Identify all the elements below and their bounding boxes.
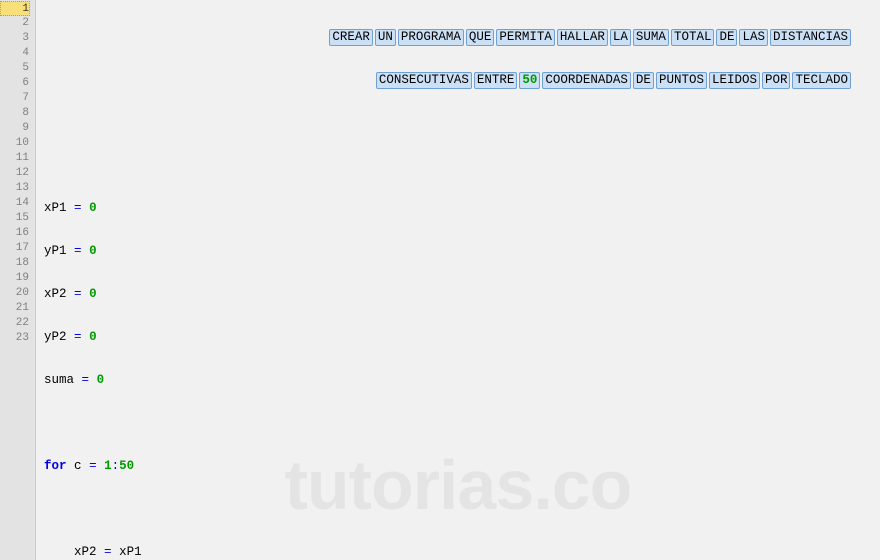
line-number: 20 xyxy=(0,286,29,301)
line-number: 22 xyxy=(0,316,29,331)
highlight-token: LEIDOS xyxy=(709,72,760,89)
code-line: xP2 = 0 xyxy=(44,287,872,302)
line-number-gutter: 1 2 3 4 5 6 7 8 9 10 11 12 13 14 15 16 1… xyxy=(0,0,36,560)
code-token: xP2 xyxy=(74,545,97,559)
line-number: 18 xyxy=(0,256,29,271)
line-number: 1 xyxy=(0,1,30,16)
highlight-token: CONSECUTIVAS xyxy=(376,72,472,89)
code-token: xP2 xyxy=(44,287,67,301)
code-token: 50 xyxy=(119,459,134,473)
code-token: = xyxy=(89,459,97,473)
code-token: = xyxy=(74,201,82,215)
code-line: CREARUNPROGRAMAQUEPERMITAHALLARLASUMATOT… xyxy=(44,29,872,44)
code-token: 0 xyxy=(89,201,97,215)
code-token: xP1 xyxy=(119,545,142,559)
keyword-for: for xyxy=(44,459,67,473)
code-area[interactable]: CREARUNPROGRAMAQUEPERMITAHALLARLASUMATOT… xyxy=(36,0,880,560)
highlight-token: 50 xyxy=(519,72,540,89)
code-token: = xyxy=(104,545,112,559)
highlight-token: TECLADO xyxy=(792,72,851,89)
line-number: 16 xyxy=(0,226,29,241)
line-number: 13 xyxy=(0,181,29,196)
line-number: 6 xyxy=(0,76,29,91)
code-token: 0 xyxy=(89,244,97,258)
line-number: 8 xyxy=(0,106,29,121)
highlight-token: SUMA xyxy=(633,29,669,46)
code-token: xP1 xyxy=(44,201,67,215)
code-token: = xyxy=(74,287,82,301)
highlight-token: LAS xyxy=(739,29,768,46)
code-line: for c = 1:50 xyxy=(44,459,872,474)
line-number: 21 xyxy=(0,301,29,316)
code-token: 0 xyxy=(89,287,97,301)
code-line: CONSECUTIVASENTRE50COORDENADASDEPUNTOSLE… xyxy=(44,72,872,87)
code-token: yP1 xyxy=(44,244,67,258)
code-token: c xyxy=(74,459,82,473)
line-number: 9 xyxy=(0,121,29,136)
highlight-token: DE xyxy=(716,29,737,46)
code-line xyxy=(44,115,872,130)
highlight-token: DE xyxy=(633,72,654,89)
line-number: 2 xyxy=(0,16,29,31)
highlight-token: ENTRE xyxy=(474,72,518,89)
code-line: yP2 = 0 xyxy=(44,330,872,345)
line-number: 23 xyxy=(0,331,29,346)
code-token: 1 xyxy=(104,459,112,473)
code-token: suma xyxy=(44,373,74,387)
code-token: yP2 xyxy=(44,330,67,344)
highlight-token: HALLAR xyxy=(557,29,608,46)
line-number: 14 xyxy=(0,196,29,211)
code-token: = xyxy=(74,244,82,258)
line-number: 17 xyxy=(0,241,29,256)
code-token: : xyxy=(112,459,120,473)
highlight-token: UN xyxy=(375,29,396,46)
code-token: 0 xyxy=(89,330,97,344)
line-number: 3 xyxy=(0,31,29,46)
highlight-token: TOTAL xyxy=(671,29,715,46)
highlight-token: QUE xyxy=(466,29,495,46)
highlight-token: DISTANCIAS xyxy=(770,29,851,46)
code-token: 0 xyxy=(97,373,105,387)
code-line: yP1 = 0 xyxy=(44,244,872,259)
code-line xyxy=(44,416,872,431)
line-number: 19 xyxy=(0,271,29,286)
highlight-token: PUNTOS xyxy=(656,72,707,89)
line-number: 15 xyxy=(0,211,29,226)
line-number: 11 xyxy=(0,151,29,166)
highlight-token: PROGRAMA xyxy=(398,29,464,46)
line-number: 12 xyxy=(0,166,29,181)
line-number: 7 xyxy=(0,91,29,106)
highlight-token: POR xyxy=(762,72,791,89)
line-number: 10 xyxy=(0,136,29,151)
highlight-token: PERMITA xyxy=(496,29,555,46)
line-number: 4 xyxy=(0,46,29,61)
line-number: 5 xyxy=(0,61,29,76)
code-editor[interactable]: 1 2 3 4 5 6 7 8 9 10 11 12 13 14 15 16 1… xyxy=(0,0,880,560)
code-line: suma = 0 xyxy=(44,373,872,388)
highlight-token: LA xyxy=(610,29,631,46)
code-line: xP1 = 0 xyxy=(44,201,872,216)
highlight-token: CREAR xyxy=(329,29,373,46)
highlight-token: COORDENADAS xyxy=(542,72,631,89)
code-line xyxy=(44,502,872,517)
code-line xyxy=(44,158,872,173)
code-token: = xyxy=(74,330,82,344)
code-token: = xyxy=(82,373,90,387)
code-line: xP2 = xP1 xyxy=(44,545,872,560)
